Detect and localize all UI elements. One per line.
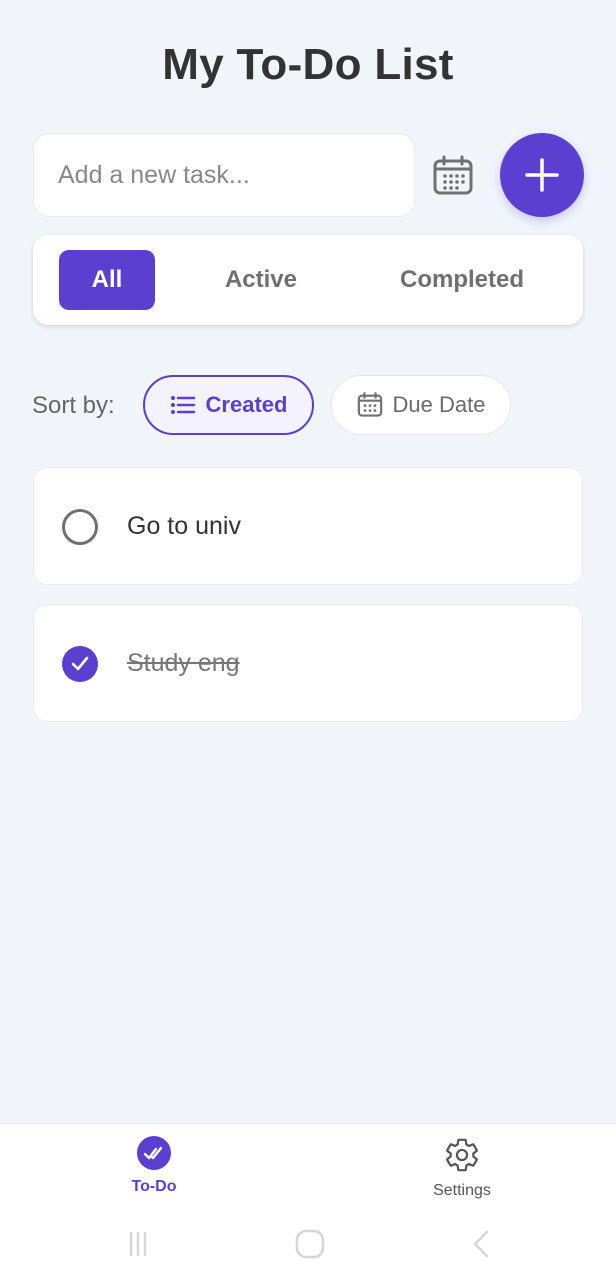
sort-label: Sort by: <box>32 392 115 419</box>
sort-created-chip[interactable]: Created <box>143 375 314 435</box>
nav-settings-label: Settings <box>433 1182 491 1199</box>
nav-todo-label: To-Do <box>131 1178 177 1195</box>
calendar-icon <box>357 392 382 417</box>
sort-due-date-chip[interactable]: Due Date <box>331 375 511 435</box>
calendar-icon <box>433 155 473 195</box>
back-icon <box>473 1230 489 1258</box>
plus-icon <box>525 158 559 192</box>
due-date-picker-button[interactable] <box>431 154 475 198</box>
filter-tab-all[interactable]: All <box>59 250 155 310</box>
filter-tab-active[interactable]: Active <box>201 250 321 310</box>
system-navigation-bar <box>0 1210 616 1280</box>
task-checkbox[interactable] <box>62 646 98 682</box>
task-item[interactable]: Go to univ <box>33 467 583 585</box>
recent-apps-icon <box>129 1231 147 1257</box>
home-icon <box>295 1229 325 1259</box>
bottom-nav: To-Do Settings <box>0 1123 616 1224</box>
nav-settings[interactable]: Settings <box>402 1136 522 1200</box>
recent-apps-button[interactable] <box>118 1224 158 1264</box>
list-icon <box>170 396 195 414</box>
task-title: Study eng <box>127 649 240 677</box>
task-checkbox[interactable] <box>62 509 98 545</box>
new-task-input[interactable] <box>33 133 415 217</box>
task-item[interactable]: Study eng <box>33 604 583 722</box>
gear-icon <box>446 1138 478 1172</box>
checkmark-icon <box>71 656 89 671</box>
filter-tab-completed[interactable]: Completed <box>378 250 546 310</box>
task-title: Go to univ <box>127 512 241 540</box>
double-check-icon <box>137 1136 171 1170</box>
filter-tabs: All Active Completed <box>33 235 583 325</box>
sort-due-date-label: Due Date <box>392 392 486 417</box>
nav-todo[interactable]: To-Do <box>94 1136 214 1196</box>
add-task-button[interactable] <box>500 133 584 217</box>
page-title: My To-Do List <box>162 40 454 89</box>
home-button[interactable] <box>290 1224 330 1264</box>
back-button[interactable] <box>462 1224 502 1264</box>
sort-created-label: Created <box>205 392 288 417</box>
